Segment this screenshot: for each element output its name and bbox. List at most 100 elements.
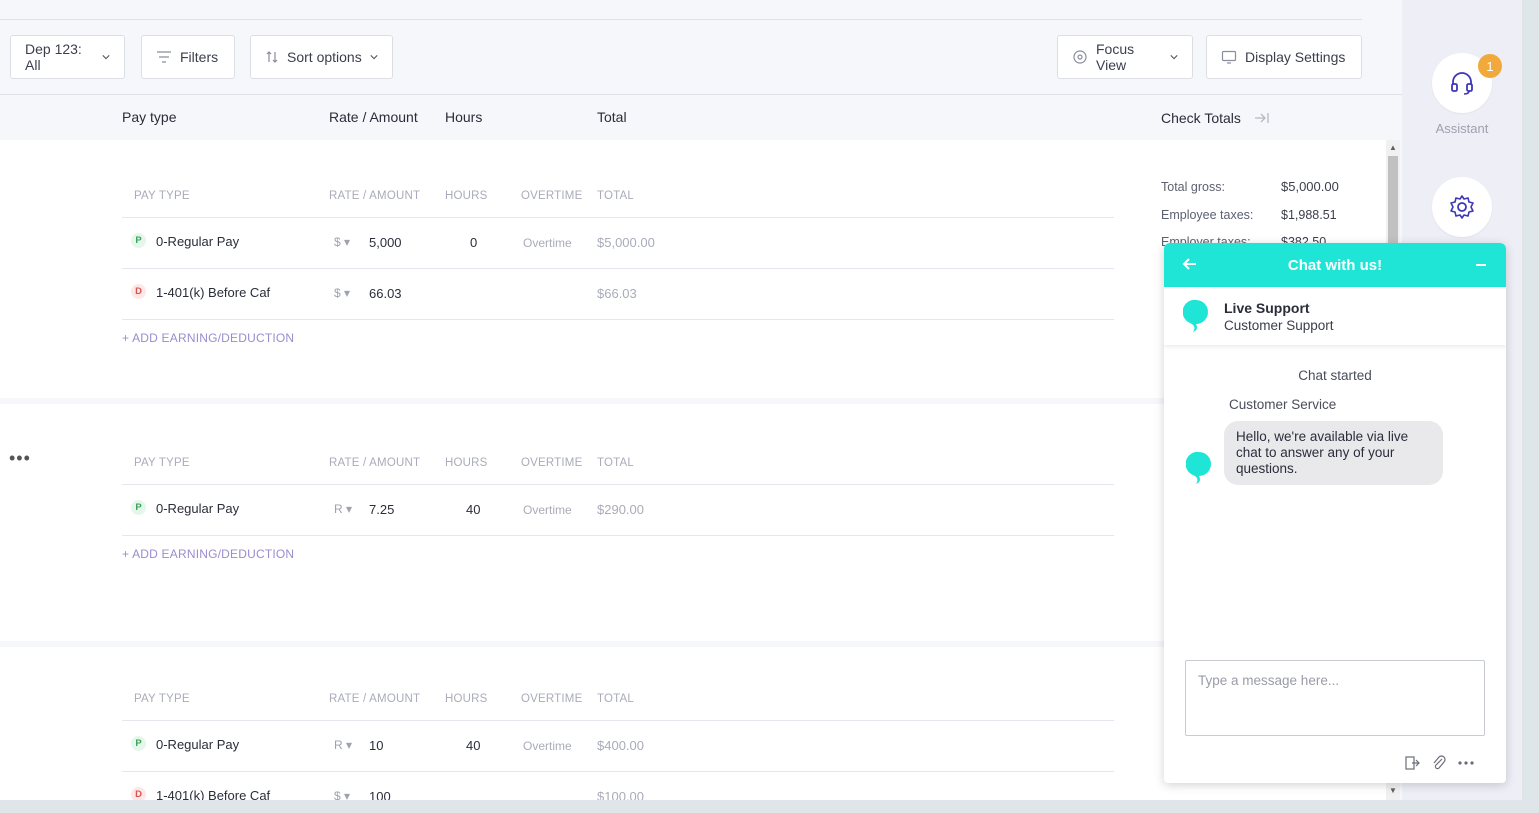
col-check-totals: Check Totals <box>1161 110 1241 126</box>
collapse-panel-icon[interactable] <box>1254 111 1270 125</box>
total-gross-label: Total gross: <box>1161 180 1225 194</box>
unit-value: $ <box>334 286 341 300</box>
agent-name: Live Support <box>1224 300 1310 316</box>
rate-input[interactable]: 10 <box>369 738 383 753</box>
sub-header-total: TOTAL <box>597 693 634 705</box>
chat-title: Chat with us! <box>1287 256 1383 274</box>
unit-value: R <box>334 738 343 752</box>
minimize-icon[interactable] <box>1476 264 1486 266</box>
target-icon <box>1073 50 1087 64</box>
sub-header-rate: RATE / AMOUNT <box>329 190 421 202</box>
more-options-icon[interactable]: ••• <box>9 448 31 469</box>
paperclip-icon <box>1433 755 1446 770</box>
unit-value: $ <box>334 235 341 249</box>
unit-value: R <box>334 502 343 516</box>
divider <box>122 771 1114 772</box>
divider <box>122 535 1114 536</box>
settings-button[interactable] <box>1432 177 1492 237</box>
overtime-input[interactable]: Overtime <box>523 236 572 250</box>
sort-icon <box>266 51 278 63</box>
unit-select[interactable]: $ ▾ <box>334 789 350 800</box>
rate-input[interactable]: 5,000 <box>369 235 402 250</box>
rate-input[interactable]: 7.25 <box>369 502 394 517</box>
unit-select[interactable]: R ▾ <box>334 502 352 516</box>
message-sender: Customer Service <box>1229 397 1337 412</box>
chat-message: Hello, we're available via live chat to … <box>1224 421 1443 485</box>
scroll-down-icon[interactable]: ▼ <box>1389 786 1397 795</box>
sort-options-dropdown[interactable]: Sort options <box>250 35 393 79</box>
agent-role: Customer Support <box>1224 318 1334 333</box>
sub-header-hours: HOURS <box>445 693 488 705</box>
chevron-down-icon <box>370 55 378 60</box>
unit-select[interactable]: $ ▾ <box>334 286 350 300</box>
attach-button[interactable] <box>1432 755 1446 771</box>
ellipsis-icon <box>1458 761 1474 765</box>
row-total: $66.03 <box>597 286 637 301</box>
unit-select[interactable]: $ ▾ <box>334 235 350 249</box>
filters-button[interactable]: Filters <box>141 35 235 79</box>
overtime-input[interactable]: Overtime <box>523 739 572 753</box>
col-hours: Hours <box>445 109 483 125</box>
assistant-label: Assistant <box>1435 121 1489 136</box>
department-dropdown[interactable]: Dep 123: All <box>10 35 125 79</box>
display-settings-label: Display Settings <box>1245 49 1346 65</box>
gear-icon <box>1450 195 1474 219</box>
sub-header-total: TOTAL <box>597 457 634 469</box>
sub-header-rate: RATE / AMOUNT <box>329 457 421 469</box>
divider <box>122 268 1114 269</box>
hours-input[interactable]: 0 <box>470 235 477 250</box>
deduction-badge: D <box>131 787 146 800</box>
total-gross-value: $5,000.00 <box>1281 179 1339 194</box>
scroll-up-icon[interactable]: ▲ <box>1389 143 1397 152</box>
row-total: $5,000.00 <box>597 235 655 250</box>
sub-header-pay-type: PAY TYPE <box>134 457 190 469</box>
overtime-input[interactable]: Overtime <box>523 503 572 517</box>
filter-icon <box>157 51 171 63</box>
row-total: $400.00 <box>597 738 644 753</box>
deduction-badge: D <box>131 284 146 299</box>
sub-header-overtime: OVERTIME <box>521 693 583 705</box>
chat-widget: Chat with us! Live Support Customer Supp… <box>1164 243 1506 783</box>
agent-info: Live Support Customer Support <box>1164 287 1506 345</box>
chat-status: Chat started <box>1298 368 1372 383</box>
sort-label: Sort options <box>287 49 362 65</box>
unit-value: $ <box>334 789 341 800</box>
sub-header-pay-type: PAY TYPE <box>134 190 190 202</box>
more-options-button[interactable] <box>1458 760 1474 766</box>
hours-input[interactable]: 40 <box>466 502 480 517</box>
pay-type-name: 1-401(k) Before Caf <box>156 788 271 800</box>
col-pay-type: Pay type <box>122 109 177 125</box>
end-chat-button[interactable] <box>1404 755 1420 771</box>
exit-icon <box>1405 756 1420 770</box>
agent-avatar-icon <box>1186 451 1211 484</box>
col-rate-amount: Rate / Amount <box>329 109 418 125</box>
scroll-thumb[interactable] <box>1388 156 1398 256</box>
earning-badge: P <box>131 500 146 515</box>
back-arrow-icon[interactable] <box>1182 256 1198 272</box>
department-label: Dep 123: All <box>25 41 82 73</box>
sub-header-overtime: OVERTIME <box>521 190 583 202</box>
add-earning-deduction-link[interactable]: + ADD EARNING/DEDUCTION <box>122 331 294 345</box>
hours-input[interactable]: 40 <box>466 738 480 753</box>
unit-select[interactable]: R ▾ <box>334 738 352 752</box>
sub-header-total: TOTAL <box>597 190 634 202</box>
rate-input[interactable]: 100 <box>369 789 391 800</box>
employee-taxes-label: Employee taxes: <box>1161 208 1254 222</box>
sub-header-overtime: OVERTIME <box>521 457 583 469</box>
divider <box>122 319 1114 320</box>
pay-type-name: 0-Regular Pay <box>156 501 240 516</box>
rate-input[interactable]: 66.03 <box>369 286 402 301</box>
chat-message-input[interactable] <box>1185 660 1485 736</box>
display-settings-button[interactable]: Display Settings <box>1206 35 1362 79</box>
pay-type-name: 0-Regular Pay <box>156 737 240 752</box>
chevron-down-icon <box>102 55 110 60</box>
add-earning-deduction-link[interactable]: + ADD EARNING/DEDUCTION <box>122 547 294 561</box>
chat-header: Chat with us! <box>1164 243 1506 287</box>
focus-view-label: Focus View <box>1096 41 1135 73</box>
sub-header-hours: HOURS <box>445 457 488 469</box>
headset-icon <box>1451 72 1473 95</box>
focus-view-dropdown[interactable]: Focus View <box>1057 35 1193 79</box>
pay-type-name: 1-401(k) Before Caf <box>156 285 271 300</box>
row-total: $290.00 <box>597 502 644 517</box>
sub-header-hours: HOURS <box>445 190 488 202</box>
